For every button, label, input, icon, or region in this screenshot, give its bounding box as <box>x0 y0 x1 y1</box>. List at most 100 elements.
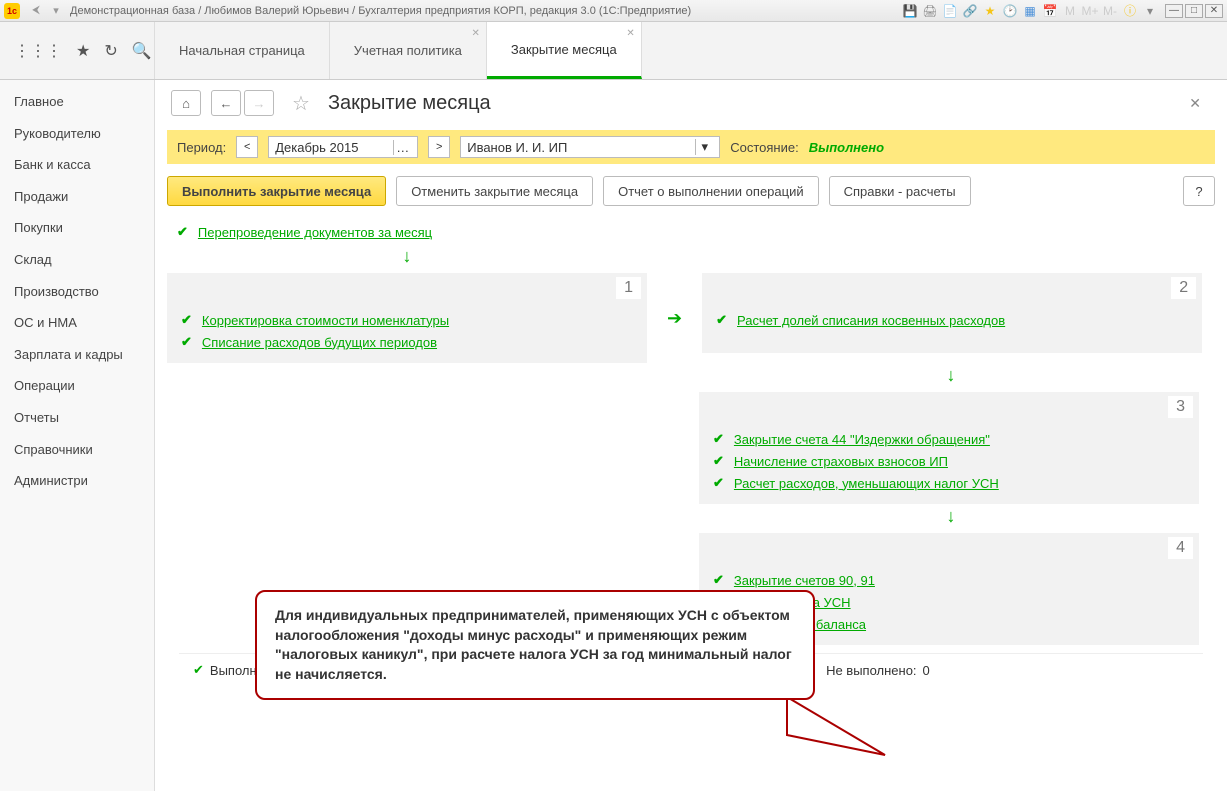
sidebar-item-reports[interactable]: Отчеты <box>0 402 154 434</box>
arrow-down-icon: ↓ <box>687 504 1215 529</box>
close-page-icon[interactable]: ✕ <box>1189 95 1201 112</box>
op-link[interactable]: Списание расходов будущих периодов <box>202 335 437 350</box>
execute-button[interactable]: Выполнить закрытие месяца <box>167 176 386 206</box>
check-icon: ✔ <box>181 312 192 328</box>
report-button[interactable]: Отчет о выполнении операций <box>603 176 819 206</box>
op-link[interactable]: Закрытие счетов 90, 91 <box>734 573 875 588</box>
period-field[interactable]: Декабрь 2015 … <box>268 136 418 158</box>
m-minus-icon[interactable]: M- <box>1103 4 1117 18</box>
callout-text: Для индивидуальных предпринимателей, при… <box>275 607 792 682</box>
tabs: Начальная страница Учетная политика✕ Зак… <box>155 22 642 79</box>
calc-icon[interactable]: ▦ <box>1023 4 1037 18</box>
check-icon: ✔ <box>177 224 188 240</box>
org-field[interactable]: Иванов И. И. ИП ▾ <box>460 136 720 158</box>
search-icon[interactable]: 🔍 <box>132 41 152 61</box>
close-button[interactable]: ✕ <box>1205 4 1223 18</box>
titlebar-tools: 💾 🖨 📄 🔗 ★ 🕑 ▦ 📅 M M+ M- ⓘ ▾ <box>903 4 1157 18</box>
star-icon[interactable]: ★ <box>983 4 997 18</box>
block-number: 3 <box>1168 396 1193 418</box>
period-bar: Период: < Декабрь 2015 … > Иванов И. И. … <box>167 130 1215 164</box>
favorite-star-icon[interactable]: ☆ <box>292 91 310 116</box>
title-bar: 1c ⮜ ▾ Демонстрационная база / Любимов В… <box>0 0 1227 22</box>
arrow-down-icon: ↓ <box>167 244 647 269</box>
op-link[interactable]: Закрытие счета 44 "Издержки обращения" <box>734 432 990 447</box>
help-button[interactable]: ? <box>1183 176 1215 206</box>
window-title: Демонстрационная база / Любимов Валерий … <box>66 5 903 17</box>
sidebar-item-admin[interactable]: Администри <box>0 465 154 497</box>
top-toolbar: ⋮⋮⋮ ★ ↻ 🔍 Начальная страница Учетная пол… <box>0 22 1227 80</box>
close-icon[interactable]: ✕ <box>626 28 634 39</box>
block-number: 4 <box>1168 537 1193 559</box>
page-title: Закрытие месяца <box>328 92 491 115</box>
tab-month-close[interactable]: Закрытие месяца✕ <box>487 22 642 79</box>
favorite-icon[interactable]: ★ <box>76 41 90 61</box>
calc-button[interactable]: Справки - расчеты <box>829 176 971 206</box>
sidebar-item-bank[interactable]: Банк и касса <box>0 149 154 181</box>
sidebar-item-sales[interactable]: Продажи <box>0 181 154 213</box>
op-link[interactable]: Начисление страховых взносов ИП <box>734 454 948 469</box>
check-icon: ✔ <box>713 475 724 491</box>
cancel-close-button[interactable]: Отменить закрытие месяца <box>396 176 593 206</box>
arrow-right-icon: ➔ <box>659 273 690 363</box>
sidebar-item-operations[interactable]: Операции <box>0 370 154 402</box>
tab-start-page[interactable]: Начальная страница <box>155 22 330 79</box>
period-next-button[interactable]: > <box>428 136 450 158</box>
save-icon[interactable]: 💾 <box>903 4 917 18</box>
info-icon[interactable]: ⓘ <box>1123 4 1137 18</box>
op-repost: ✔ Перепроведение документов за месяц <box>167 220 1215 244</box>
history-icon[interactable]: 🕑 <box>1003 4 1017 18</box>
close-icon[interactable]: ✕ <box>472 28 480 39</box>
doc-icon[interactable]: 📄 <box>943 4 957 18</box>
content: ⌂ ← → ☆ Закрытие месяца ✕ Период: < Дека… <box>155 80 1227 791</box>
check-icon: ✔ <box>713 453 724 469</box>
link-icon[interactable]: 🔗 <box>963 4 977 18</box>
m-plus-icon[interactable]: M+ <box>1083 4 1097 18</box>
nav-back-button[interactable]: ← <box>211 90 241 116</box>
info-callout: Для индивидуальных предпринимателей, при… <box>255 590 815 700</box>
op-link[interactable]: Корректировка стоимости номенклатуры <box>202 313 449 328</box>
block-1: 1 ✔Корректировка стоимости номенклатуры … <box>167 273 647 363</box>
tab-accounting-policy[interactable]: Учетная политика✕ <box>330 22 487 79</box>
sidebar-item-directories[interactable]: Справочники <box>0 434 154 466</box>
info-dropdown-icon[interactable]: ▾ <box>1143 4 1157 18</box>
callout-tail <box>785 695 895 765</box>
calendar-icon[interactable]: 📅 <box>1043 4 1057 18</box>
print-icon[interactable]: 🖨 <box>923 4 937 18</box>
check-icon: ✔ <box>181 334 192 350</box>
sidebar-item-assets[interactable]: ОС и НМА <box>0 307 154 339</box>
block-number: 2 <box>1171 277 1196 299</box>
block-number: 1 <box>616 277 641 299</box>
op-link[interactable]: Расчет расходов, уменьшающих налог УСН <box>734 476 999 491</box>
page-header: ⌂ ← → ☆ Закрытие месяца ✕ <box>155 80 1227 130</box>
action-bar: Выполнить закрытие месяца Отменить закры… <box>155 164 1227 214</box>
org-dropdown-button[interactable]: ▾ <box>695 139 713 155</box>
sidebar-item-manager[interactable]: Руководителю <box>0 118 154 150</box>
status-value: Выполнено <box>809 140 884 155</box>
toolbar-icons: ⋮⋮⋮ ★ ↻ 🔍 <box>0 22 155 79</box>
maximize-button[interactable]: □ <box>1185 4 1203 18</box>
history-nav-icon[interactable]: ↻ <box>104 41 117 61</box>
nav-forward-button[interactable]: → <box>244 90 274 116</box>
op-link-repost[interactable]: Перепроведение документов за месяц <box>198 225 432 240</box>
sidebar-item-production[interactable]: Производство <box>0 276 154 308</box>
period-label: Период: <box>177 140 226 155</box>
minimize-button[interactable]: — <box>1165 4 1183 18</box>
sidebar-item-salary[interactable]: Зарплата и кадры <box>0 339 154 371</box>
sidebar-item-warehouse[interactable]: Склад <box>0 244 154 276</box>
apps-icon[interactable]: ⋮⋮⋮ <box>14 41 62 61</box>
dropdown-icon[interactable]: ▾ <box>48 3 64 19</box>
period-prev-button[interactable]: < <box>236 136 258 158</box>
sidebar-item-purchases[interactable]: Покупки <box>0 212 154 244</box>
sidebar-item-main[interactable]: Главное <box>0 86 154 118</box>
check-icon: ✔ <box>716 312 727 328</box>
back-arrow-icon[interactable]: ⮜ <box>28 3 44 19</box>
app-logo: 1c <box>4 3 20 19</box>
check-icon: ✔ <box>193 662 204 678</box>
status-label: Состояние: <box>730 140 798 155</box>
notdone-label: Не выполнено: <box>826 663 916 678</box>
home-button[interactable]: ⌂ <box>171 90 201 116</box>
period-select-button[interactable]: … <box>393 140 411 155</box>
m-icon[interactable]: M <box>1063 4 1077 18</box>
op-link[interactable]: Расчет долей списания косвенных расходов <box>737 313 1005 328</box>
period-value: Декабрь 2015 <box>275 140 358 155</box>
